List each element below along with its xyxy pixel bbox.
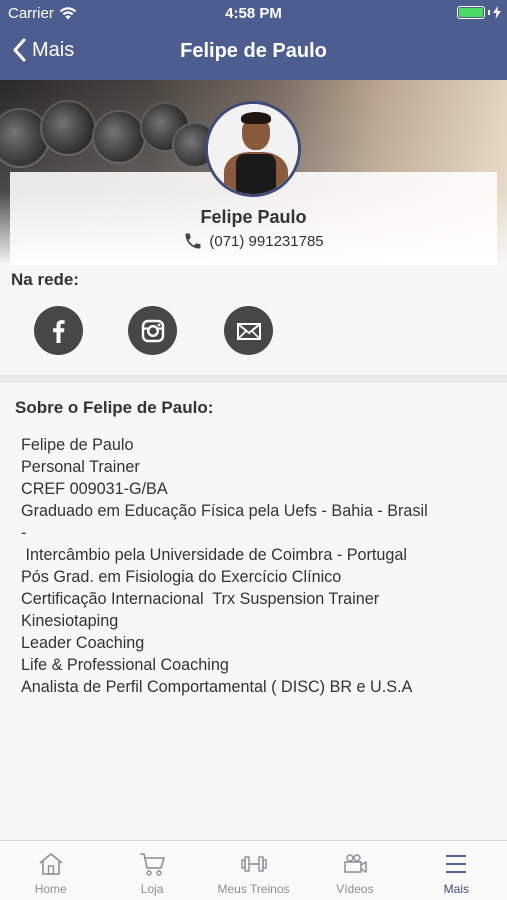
profile-name: Felipe Paulo: [200, 207, 307, 227]
facebook-button[interactable]: [34, 306, 83, 355]
tab-label: Home: [34, 882, 67, 896]
profile-phone[interactable]: (071) 991231785: [0, 231, 507, 251]
tab-meus-treinos[interactable]: Meus Treinos: [203, 841, 304, 900]
home-icon: [39, 853, 63, 875]
back-button[interactable]: Mais: [12, 38, 74, 62]
about-line: Personal Trainer: [21, 458, 140, 476]
charging-icon: [493, 6, 501, 19]
about-line: Life & Professional Coaching: [21, 656, 229, 674]
phone-icon: [185, 233, 201, 249]
dumbbell-icon: [240, 856, 267, 872]
about-line: Pós Grad. em Fisiologia do Exercício Clí…: [21, 568, 342, 586]
video-camera-icon: [344, 854, 367, 873]
status-bar: Carrier 4:58 PM: [0, 0, 507, 28]
tab-label: Loja: [140, 882, 164, 896]
phone-number: (071) 991231785: [209, 232, 324, 250]
facebook-icon: [52, 319, 65, 343]
about-line: Intercâmbio pela Universidade de Coimbra…: [21, 546, 407, 564]
about-line: -: [21, 524, 27, 542]
social-label: Na rede:: [11, 270, 80, 289]
instagram-button[interactable]: [128, 306, 177, 355]
cart-icon: [140, 853, 165, 876]
battery-indicator: [457, 6, 501, 19]
battery-icon: [457, 6, 485, 19]
about-line: Leader Coaching: [21, 634, 145, 652]
about-line: Analista de Perfil Comportamental ( DISC…: [21, 678, 413, 696]
tab-videos[interactable]: Vídeos: [304, 841, 405, 900]
top-bar: Carrier 4:58 PM Mais Felipe de Paulo: [0, 0, 507, 80]
back-label: Mais: [32, 38, 75, 61]
about-title: Sobre o Felipe de Paulo:: [15, 398, 214, 417]
status-time: 4:58 PM: [225, 5, 282, 22]
mail-icon: [236, 322, 261, 340]
section-divider: [0, 375, 507, 383]
tab-home[interactable]: Home: [0, 841, 101, 900]
instagram-icon: [141, 319, 164, 342]
tab-loja[interactable]: Loja: [101, 841, 202, 900]
chevron-left-icon: [13, 38, 26, 62]
navigation-bar: Mais Felipe de Paulo: [0, 28, 507, 80]
about-line: Kinesiotaping: [21, 612, 119, 630]
tab-label: Vídeos: [336, 882, 374, 896]
about-line: Felipe de Paulo: [21, 436, 134, 454]
tab-label: Meus Treinos: [217, 882, 290, 896]
tab-bar: Home Loja Meus Treinos Vídeos Mais: [0, 840, 507, 900]
mail-button[interactable]: [224, 306, 273, 355]
about-line: CREF 009031-G/BA: [21, 480, 168, 498]
tab-label: Mais: [443, 882, 469, 896]
about-text: Felipe de Paulo Personal Trainer CREF 00…: [21, 434, 501, 698]
avatar: [205, 101, 301, 197]
page-title: Felipe de Paulo: [180, 40, 327, 62]
about-line: Certificação Internacional Trx Suspensio…: [21, 590, 380, 608]
menu-icon: [446, 855, 467, 873]
about-line: Graduado em Educação Física pela Uefs - …: [21, 502, 428, 520]
tab-mais[interactable]: Mais: [406, 841, 507, 900]
